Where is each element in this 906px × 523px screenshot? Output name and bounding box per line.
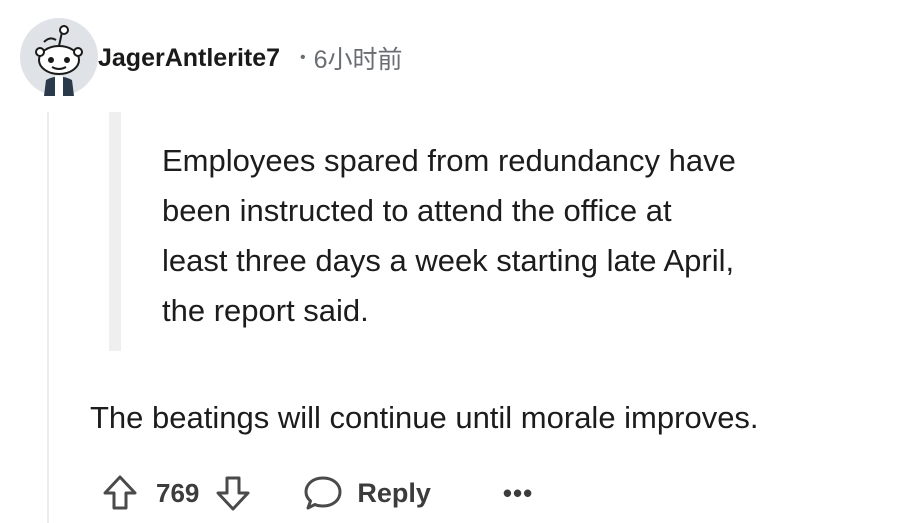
vote-count: 769: [156, 477, 200, 508]
downvote-button[interactable]: [213, 473, 253, 513]
comment-header: JagerAntlerite7 • 6小时前: [98, 38, 403, 78]
arrow-down-icon: [216, 476, 250, 511]
thread-line[interactable]: [47, 112, 49, 523]
quote-line: the report said.: [162, 293, 369, 328]
comment-timestamp[interactable]: 6小时前: [314, 40, 403, 76]
meta-separator: •: [300, 49, 306, 66]
upvote-button[interactable]: [100, 473, 140, 513]
user-avatar[interactable]: [20, 18, 98, 96]
comment-actions: 769 Reply •••: [100, 470, 533, 516]
quote-line: been instructed to attend the office at: [162, 193, 672, 228]
reply-label: Reply: [357, 477, 431, 508]
arrow-up-icon: [103, 475, 137, 510]
reply-button[interactable]: Reply: [303, 473, 431, 513]
more-options-button[interactable]: •••: [503, 478, 533, 509]
blockquote-bar: [109, 112, 121, 351]
quote-line: Employees spared from redundancy have: [162, 143, 736, 178]
author-name[interactable]: JagerAntlerite7: [98, 44, 280, 73]
quote-line: least three days a week starting late Ap…: [162, 243, 735, 278]
speech-bubble-icon: [304, 476, 342, 510]
snoo-avatar-icon: [20, 18, 98, 96]
comment-body: The beatings will continue until morale …: [90, 400, 759, 435]
blockquote: Employees spared from redundancy have be…: [162, 136, 862, 336]
